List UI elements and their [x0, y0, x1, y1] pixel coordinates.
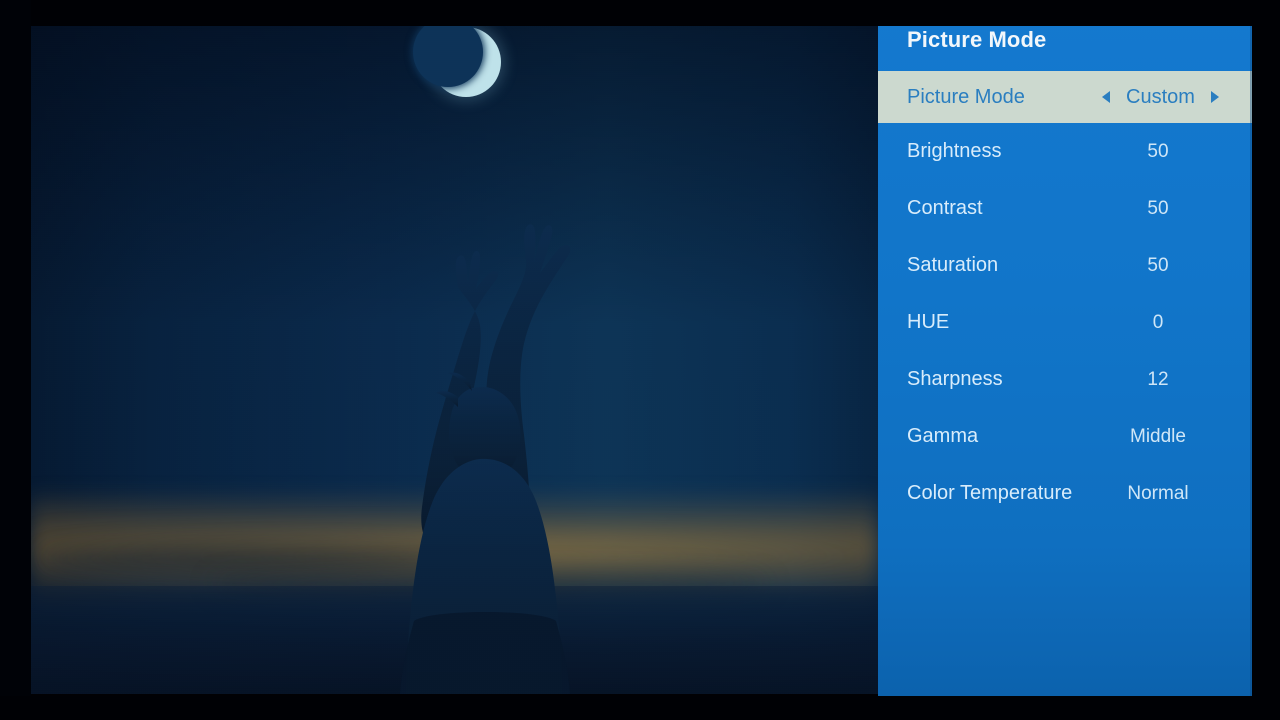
menu-item-contrast[interactable]: Contrast 50: [878, 180, 1252, 237]
menu-item-value: 50: [1147, 197, 1169, 219]
menu-item-value: 50: [1147, 140, 1169, 162]
menu-item-label: Contrast: [907, 197, 983, 219]
menu-item-value: Middle: [1130, 425, 1186, 447]
bezel-right: [1252, 0, 1280, 720]
menu-item-label: Brightness: [907, 140, 1002, 162]
menu-item-color-temperature[interactable]: Color Temperature Normal: [878, 465, 1252, 522]
menu-item-saturation[interactable]: Saturation 50: [878, 237, 1252, 294]
menu-item-label: HUE: [907, 311, 950, 333]
menu-item-brightness[interactable]: Brightness 50: [878, 123, 1252, 180]
bezel-left: [0, 0, 31, 720]
person-silhouette: [330, 191, 630, 694]
osd-picture-mode-menu: Picture Mode Picture Mode Custom Brightn…: [878, 8, 1252, 696]
bezel-bottom: [0, 696, 1280, 720]
menu-item-value: Normal: [1127, 482, 1189, 504]
menu-item-label: Saturation: [907, 254, 999, 276]
menu-item-value-stepper[interactable]: Custom: [1083, 86, 1238, 109]
menu-item-value: 12: [1147, 368, 1169, 390]
arrow-left-icon[interactable]: [1102, 91, 1111, 103]
menu-item-hue[interactable]: HUE 0: [878, 294, 1252, 351]
menu-item-label: Sharpness: [907, 368, 1003, 390]
menu-item-label: Color Temperature: [907, 482, 1073, 504]
osd-header-title: Picture Mode: [907, 26, 1047, 52]
menu-item-label: Gamma: [907, 425, 979, 447]
menu-item-label: Picture Mode: [907, 85, 1025, 108]
menu-item-value: Custom: [1126, 85, 1195, 108]
video-image-area: [30, 26, 878, 694]
menu-item-value: 50: [1147, 254, 1169, 276]
menu-item-picture-mode[interactable]: Picture Mode Custom: [878, 71, 1252, 123]
menu-item-value: 0: [1152, 311, 1164, 333]
menu-item-gamma[interactable]: Gamma Middle: [878, 408, 1252, 465]
bezel-top: [0, 0, 1280, 26]
tv-screen: Picture Mode Picture Mode Custom Brightn…: [0, 0, 1280, 720]
menu-item-sharpness[interactable]: Sharpness 12: [878, 351, 1252, 408]
arrow-right-icon[interactable]: [1210, 91, 1219, 103]
